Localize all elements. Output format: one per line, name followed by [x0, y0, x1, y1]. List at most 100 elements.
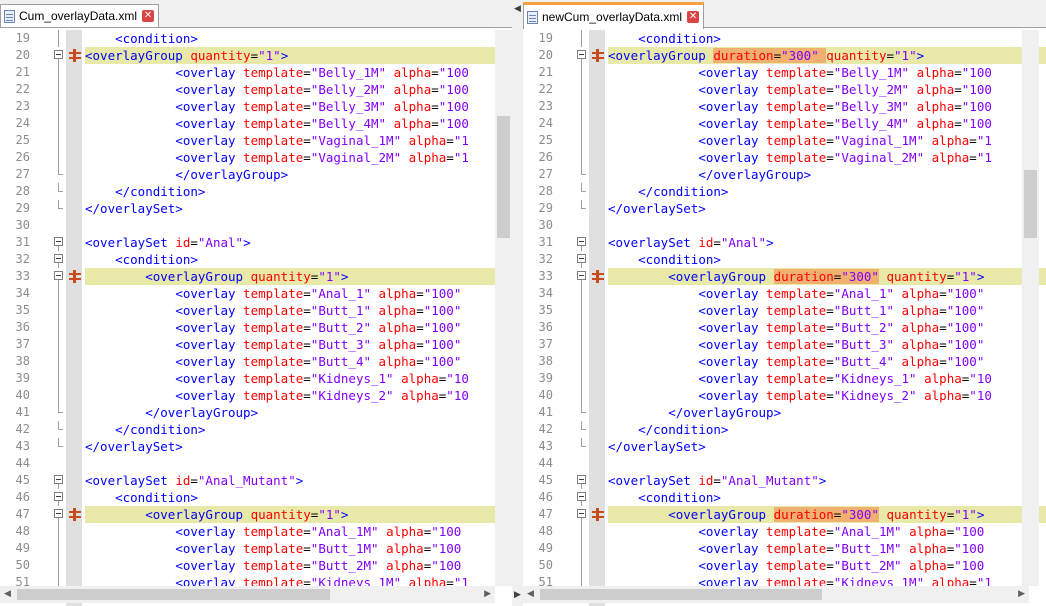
code-line[interactable]: 44 [523, 455, 1046, 472]
right-editor-pane[interactable]: newCum_overlayData.xml ✕ 19 <condition> 2… [523, 0, 1046, 606]
fold-minus-icon[interactable] [575, 234, 589, 251]
code-line[interactable]: 28 </condition> [523, 183, 1046, 200]
code-line[interactable]: 23 <overlay template="Belly_3M" alpha="1… [523, 98, 1046, 115]
code-text[interactable] [608, 217, 1046, 234]
code-text[interactable]: <overlayGroup duration="300" quantity="1… [608, 47, 1046, 64]
code-text[interactable]: <condition> [608, 489, 1046, 506]
code-text[interactable]: <overlay template="Vaginal_2M" alpha="1 [608, 149, 1046, 166]
horizontal-scrollbar-left[interactable]: ◀ ▶ [0, 586, 495, 603]
scroll-thumb[interactable] [497, 116, 510, 238]
code-text[interactable]: <overlay template="Belly_1M" alpha="100 [85, 64, 512, 81]
code-text[interactable]: <overlay template="Butt_1M" alpha="100 [85, 540, 512, 557]
tab-newcum-overlaydata[interactable]: newCum_overlayData.xml ✕ [523, 2, 705, 29]
fold-minus-icon[interactable] [575, 506, 589, 523]
code-line[interactable]: 30 [523, 217, 1046, 234]
code-text[interactable]: <overlay template="Butt_2M" alpha="100 [85, 557, 512, 574]
code-line[interactable]: 39 <overlay template="Kidneys_1" alpha="… [523, 370, 1046, 387]
code-text[interactable]: <overlay template="Belly_4M" alpha="100 [608, 115, 1046, 132]
code-line[interactable]: 21 <overlay template="Belly_1M" alpha="1… [523, 64, 1046, 81]
code-text[interactable]: <overlay template="Kidneys_1M" alpha="1 [85, 574, 512, 586]
fold-minus-icon[interactable] [52, 47, 66, 64]
splitter-left-arrow-icon[interactable]: ◀ [514, 4, 521, 14]
code-line[interactable]: 20 <overlayGroup quantity="1"> [0, 47, 512, 64]
code-text[interactable]: <overlay template="Anal_1" alpha="100" [608, 285, 1046, 302]
code-line[interactable]: 39 <overlay template="Kidneys_1" alpha="… [0, 370, 512, 387]
code-line[interactable]: 24 <overlay template="Belly_4M" alpha="1… [0, 115, 512, 132]
code-text[interactable]: <overlay template="Butt_4" alpha="100" [85, 353, 512, 370]
code-line[interactable]: 35 <overlay template="Butt_1" alpha="100… [0, 302, 512, 319]
code-text[interactable]: <overlay template="Butt_1" alpha="100" [85, 302, 512, 319]
code-line[interactable]: 22 <overlay template="Belly_2M" alpha="1… [0, 81, 512, 98]
code-line[interactable]: 24 <overlay template="Belly_4M" alpha="1… [523, 115, 1046, 132]
close-icon[interactable]: ✕ [142, 10, 155, 22]
code-text[interactable]: </condition> [608, 183, 1046, 200]
code-line[interactable]: 34 <overlay template="Anal_1" alpha="100… [0, 285, 512, 302]
fold-minus-icon[interactable] [575, 251, 589, 268]
code-line[interactable]: 43 </overlaySet> [523, 438, 1046, 455]
code-line[interactable]: 41 </overlayGroup> [0, 404, 512, 421]
code-line[interactable]: 34 <overlay template="Anal_1" alpha="100… [523, 285, 1046, 302]
code-text[interactable]: <overlay template="Kidneys_2" alpha="10 [608, 387, 1046, 404]
scroll-thumb[interactable] [17, 589, 330, 600]
code-line[interactable]: 47 <overlayGroup quantity="1"> [0, 506, 512, 523]
code-text[interactable]: <overlay template="Kidneys_1M" alpha="1 [608, 574, 1046, 586]
splitter-right-arrow-icon[interactable]: ▶ [514, 590, 521, 600]
code-line[interactable]: 45 <overlaySet id="Anal_Mutant"> [0, 472, 512, 489]
fold-minus-icon[interactable] [52, 234, 66, 251]
code-text[interactable]: <overlayGroup quantity="1"> [85, 47, 512, 64]
code-line[interactable]: 19 <condition> [0, 30, 512, 47]
code-line[interactable]: 50 <overlay template="Butt_2M" alpha="10… [523, 557, 1046, 574]
code-line[interactable]: 46 <condition> [523, 489, 1046, 506]
code-line[interactable]: 36 <overlay template="Butt_2" alpha="100… [0, 319, 512, 336]
code-line[interactable]: 25 <overlay template="Vaginal_1M" alpha=… [0, 132, 512, 149]
code-line[interactable]: 28 </condition> [0, 183, 512, 200]
scroll-left-arrow-icon[interactable]: ◀ [4, 589, 11, 599]
code-line[interactable]: 29 </overlaySet> [0, 200, 512, 217]
code-text[interactable]: <overlay template="Butt_3" alpha="100" [608, 336, 1046, 353]
code-line[interactable]: 29 </overlaySet> [523, 200, 1046, 217]
code-text[interactable]: </condition> [85, 183, 512, 200]
code-text[interactable]: <overlaySet id="Anal_Mutant"> [608, 472, 1046, 489]
code-text[interactable] [85, 455, 512, 472]
code-text[interactable]: <condition> [85, 489, 512, 506]
code-line[interactable]: 41 </overlayGroup> [523, 404, 1046, 421]
code-line[interactable]: 27 </overlayGroup> [523, 166, 1046, 183]
code-text[interactable]: <overlay template="Anal_1" alpha="100" [85, 285, 512, 302]
scroll-left-arrow-icon[interactable]: ◀ [527, 589, 534, 599]
code-line[interactable]: 37 <overlay template="Butt_3" alpha="100… [523, 336, 1046, 353]
code-line[interactable]: 36 <overlay template="Butt_2" alpha="100… [523, 319, 1046, 336]
code-line[interactable]: 38 <overlay template="Butt_4" alpha="100… [0, 353, 512, 370]
code-editor-left[interactable]: 19 <condition> 20 <overlayGroup quantity="… [0, 30, 512, 586]
code-text[interactable]: <condition> [608, 30, 1046, 47]
code-text[interactable]: <overlay template="Belly_3M" alpha="100 [608, 98, 1046, 115]
code-line[interactable]: 49 <overlay template="Butt_1M" alpha="10… [523, 540, 1046, 557]
code-line[interactable]: 25 <overlay template="Vaginal_1M" alpha=… [523, 132, 1046, 149]
code-text[interactable] [85, 217, 512, 234]
fold-minus-icon[interactable] [575, 268, 589, 285]
fold-minus-icon[interactable] [575, 472, 589, 489]
code-text[interactable]: <overlay template="Butt_1" alpha="100" [608, 302, 1046, 319]
code-text[interactable]: <overlay template="Anal_1M" alpha="100 [85, 523, 512, 540]
fold-minus-icon[interactable] [52, 472, 66, 489]
code-line[interactable]: 51 <overlay template="Kidneys_1M" alpha=… [523, 574, 1046, 586]
code-line[interactable]: 45 <overlaySet id="Anal_Mutant"> [523, 472, 1046, 489]
code-text[interactable]: </condition> [85, 421, 512, 438]
code-line[interactable]: 50 <overlay template="Butt_2M" alpha="10… [0, 557, 512, 574]
pane-splitter[interactable]: ◀ ▶ [512, 0, 523, 606]
fold-minus-icon[interactable] [575, 489, 589, 506]
code-line[interactable]: 33 <overlayGroup duration="300" quantity… [523, 268, 1046, 285]
code-line[interactable]: 47 <overlayGroup duration="300" quantity… [523, 506, 1046, 523]
code-text[interactable]: <overlaySet id="Anal_Mutant"> [85, 472, 512, 489]
fold-minus-icon[interactable] [52, 489, 66, 506]
code-line[interactable]: 26 <overlay template="Vaginal_2M" alpha=… [0, 149, 512, 166]
code-line[interactable]: 22 <overlay template="Belly_2M" alpha="1… [523, 81, 1046, 98]
code-text[interactable]: <overlay template="Butt_2" alpha="100" [85, 319, 512, 336]
code-text[interactable]: <overlay template="Belly_3M" alpha="100 [85, 98, 512, 115]
code-text[interactable]: <overlay template="Vaginal_1M" alpha="1 [608, 132, 1046, 149]
code-text[interactable]: </overlayGroup> [608, 404, 1046, 421]
code-line[interactable]: 33 <overlayGroup quantity="1"> [0, 268, 512, 285]
code-text[interactable]: <overlaySet id="Anal"> [85, 234, 512, 251]
code-text[interactable]: <overlay template="Butt_3" alpha="100" [85, 336, 512, 353]
fold-minus-icon[interactable] [575, 47, 589, 64]
code-line[interactable]: 26 <overlay template="Vaginal_2M" alpha=… [523, 149, 1046, 166]
